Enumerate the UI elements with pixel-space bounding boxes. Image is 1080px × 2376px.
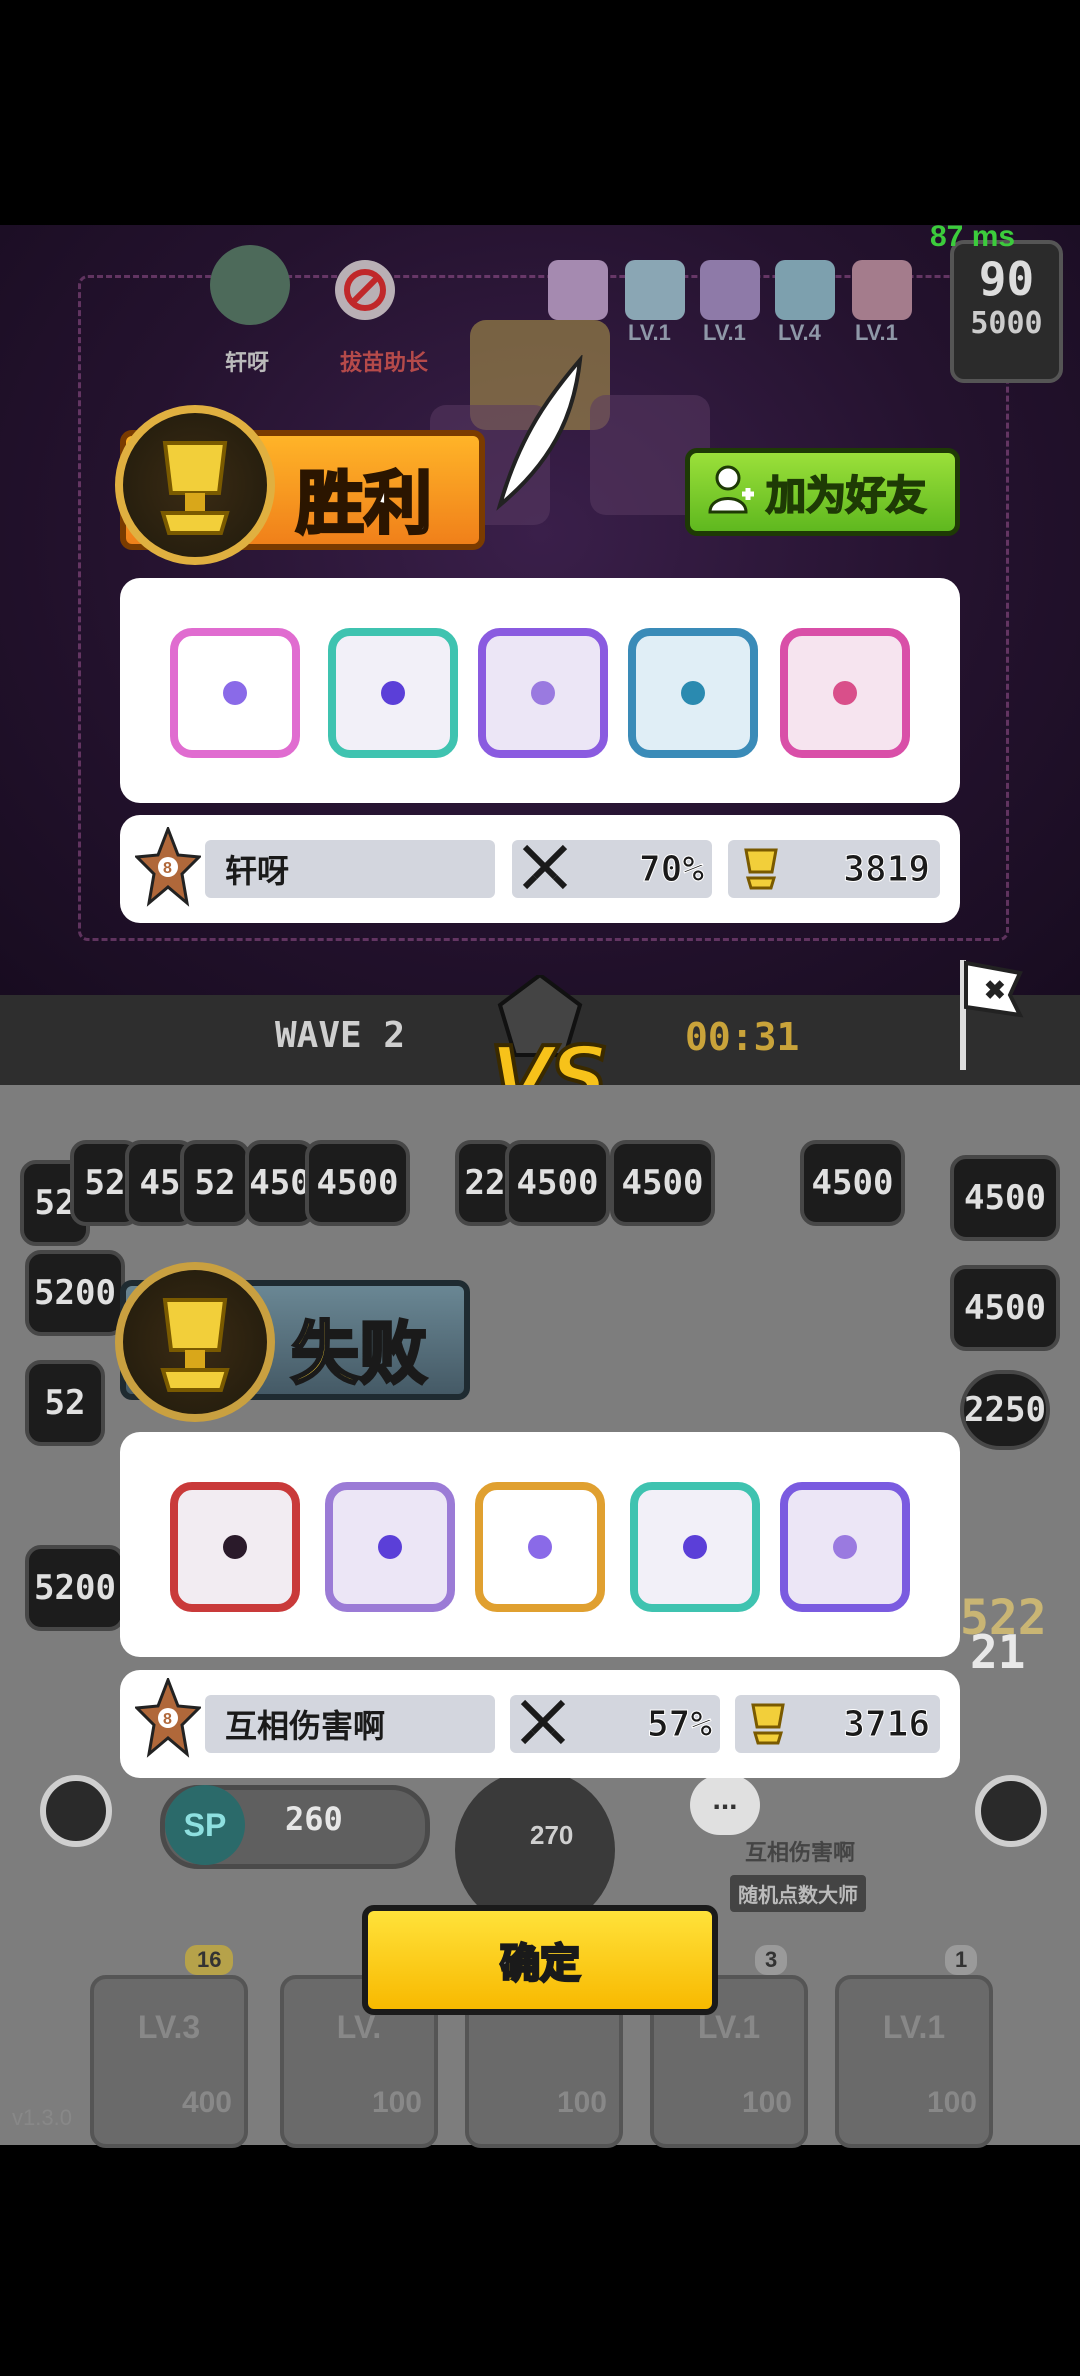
- rank-star-icon: 8: [133, 1675, 203, 1758]
- target-icon: [40, 1775, 112, 1847]
- mini-dice: [700, 260, 760, 320]
- field-tile: 52: [180, 1140, 250, 1226]
- side-score: 21: [970, 1625, 1026, 1679]
- field-tile: 4500: [800, 1140, 905, 1226]
- deck-count: 16: [185, 1945, 234, 1975]
- opponent-name: 互相伤害啊: [745, 1840, 856, 1865]
- win-rate-box: 70%: [512, 840, 712, 898]
- player-avatar: [210, 245, 290, 325]
- field-tile: 4500: [610, 1140, 715, 1226]
- deck-cost: 100: [371, 2086, 422, 2119]
- trophy-small-icon: [743, 1697, 793, 1752]
- rainbow-infinity-dice: [475, 1482, 605, 1612]
- player-name: 轩呀: [225, 852, 290, 890]
- player-name-top: 轩呀: [225, 350, 270, 375]
- name-box: 互相伤害啊: [205, 1695, 495, 1753]
- rank-star-icon: 8: [133, 824, 203, 907]
- version-label: v1.3.0: [12, 2105, 72, 2130]
- teal-hands-dice: [630, 1482, 760, 1612]
- svg-text:✖: ✖: [984, 975, 1006, 1005]
- field-tile: 4500: [950, 1265, 1060, 1351]
- victory-stats-card: 8 轩呀 70% 3819: [120, 815, 960, 923]
- win-rate-box: 57%: [510, 1695, 720, 1753]
- victory-label: 胜利: [294, 464, 433, 546]
- confirm-label: 确定: [499, 1940, 582, 1989]
- trophy-icon: [115, 405, 275, 565]
- deck-cost: 100: [926, 2086, 977, 2119]
- deck-count: 1: [945, 1945, 978, 1975]
- defeat-label: 失败: [289, 1314, 428, 1396]
- defeat-stats-card: 8 互相伤害啊 57% 3716: [120, 1670, 960, 1778]
- deck-slot[interactable]: LV.1 100: [835, 1975, 993, 2148]
- deck-count: 3: [755, 1945, 788, 1975]
- mode-label: 拔苗助长: [340, 350, 429, 375]
- swords-icon: [518, 1697, 568, 1752]
- rainbow-infinity-dice: [170, 628, 300, 758]
- trophy-box: 3716: [735, 1695, 940, 1753]
- opponent-title: 随机点数大师: [730, 1875, 866, 1912]
- field-tile: 5200: [25, 1545, 125, 1631]
- rank-number: 8: [163, 860, 172, 877]
- name-box: 轩呀: [205, 840, 495, 898]
- mini-dice-level: LV.1: [855, 320, 898, 345]
- chat-bubble[interactable]: ...: [690, 1775, 760, 1835]
- wave-label: WAVE 2: [275, 1015, 406, 1056]
- field-tile: 5200: [25, 1250, 125, 1336]
- mini-dice: [548, 260, 608, 320]
- player-name: 互相伤害啊: [225, 1707, 386, 1745]
- rank-number: 8: [163, 1711, 172, 1728]
- wave-panel: 90 5000: [950, 240, 1063, 383]
- trophy-box: 3819: [728, 840, 940, 898]
- win-rate: 57%: [646, 1703, 712, 1745]
- violet-dice: [780, 1482, 910, 1612]
- trophy-count: 3716: [843, 1703, 931, 1745]
- trophy-icon: [115, 1262, 275, 1422]
- field-tile: 4500: [950, 1155, 1060, 1241]
- wave-timer: 00:31: [685, 1015, 800, 1059]
- field-tile: 4500: [505, 1140, 610, 1226]
- trophy-count: 3819: [843, 848, 931, 890]
- confirm-button[interactable]: 确定: [362, 1905, 718, 2015]
- trophy-small-icon: [736, 842, 786, 897]
- swords-icon: [520, 842, 570, 897]
- mini-dice: [625, 260, 685, 320]
- wing-icon: [490, 353, 590, 515]
- add-friend-icon: [708, 464, 756, 521]
- deck-cost: 400: [181, 2086, 232, 2119]
- mini-dice: [775, 260, 835, 320]
- spawn-cost: 270: [530, 1820, 574, 1850]
- mini-dice-level: LV.4: [778, 320, 821, 345]
- deck-cost: 100: [741, 2086, 792, 2119]
- sp-top: 5000: [970, 306, 1043, 341]
- teal-hands-dice: [328, 628, 458, 758]
- mini-dice: [852, 260, 912, 320]
- deck-cost: 100: [556, 2086, 607, 2119]
- deck-level: LV.3: [137, 2009, 201, 2045]
- wave-count: 90: [978, 252, 1035, 306]
- defeat-dice-card: [120, 1432, 960, 1657]
- purple-dice: [478, 628, 608, 758]
- add-friend-label: 加为好友: [765, 472, 927, 520]
- pink-cross-dice: [780, 628, 910, 758]
- deck-slot[interactable]: LV.3 400: [90, 1975, 248, 2148]
- deck-level: LV.1: [882, 2009, 946, 2045]
- field-tile: 52: [25, 1360, 105, 1446]
- mini-dice-level: LV.1: [703, 320, 746, 345]
- field-tile: 2250: [960, 1370, 1050, 1450]
- field-tile: 4500: [305, 1140, 410, 1226]
- red-saw-dice: [170, 1482, 300, 1612]
- purple-crack-dice: [325, 1482, 455, 1612]
- sp-value: 260: [285, 1800, 343, 1838]
- blue-whirl-dice: [628, 628, 758, 758]
- target-icon: [975, 1775, 1047, 1847]
- ban-icon: [335, 260, 395, 320]
- ping-text: 87 ms: [930, 225, 1016, 253]
- surrender-flag-icon[interactable]: ✖: [950, 955, 1030, 1070]
- sp-badge: SP: [165, 1785, 245, 1865]
- add-friend-button[interactable]: 加为好友: [685, 448, 960, 536]
- victory-dice-card: [120, 578, 960, 803]
- win-rate: 70%: [638, 848, 704, 890]
- mini-dice-level: LV.1: [628, 320, 671, 345]
